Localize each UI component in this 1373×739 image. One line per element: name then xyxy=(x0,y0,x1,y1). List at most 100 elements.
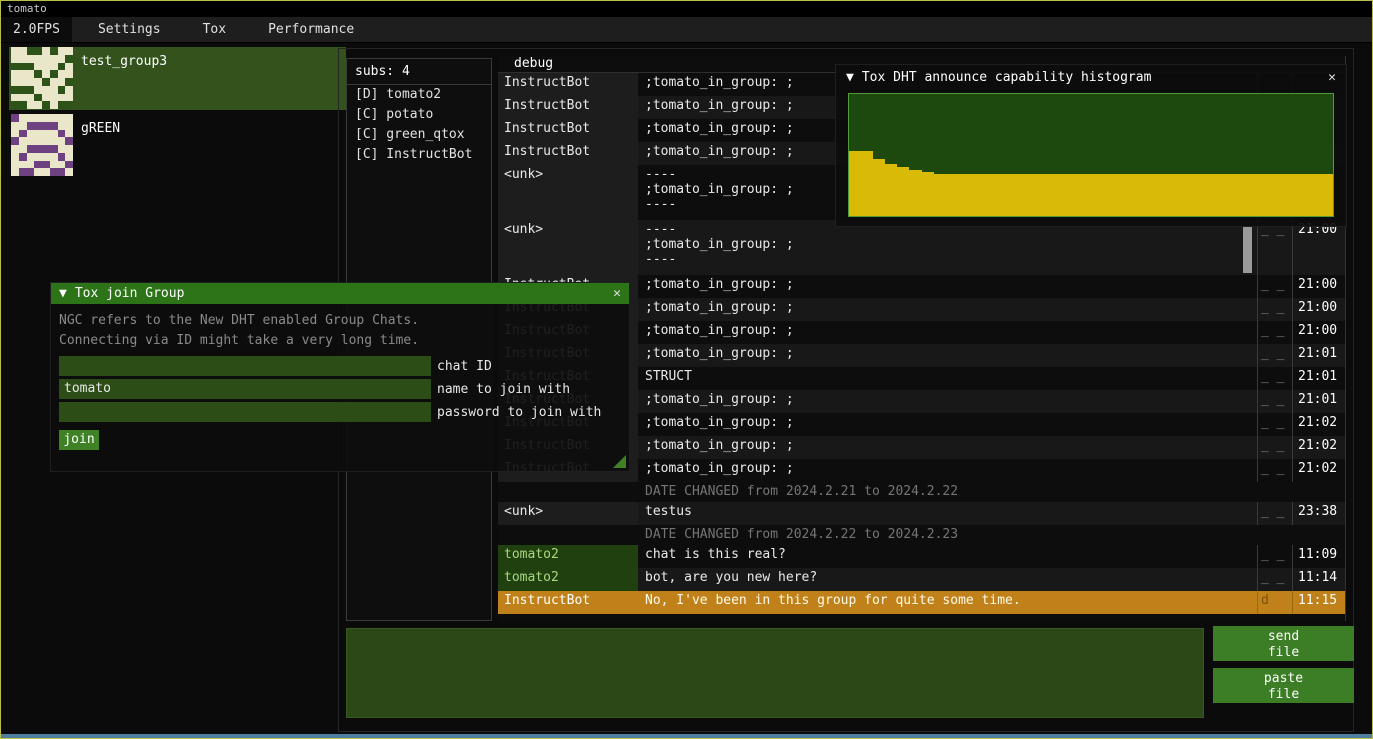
chat-row[interactable]: <unk>testus_ _23:38 xyxy=(498,502,1345,525)
paste-file-button[interactable]: paste file xyxy=(1213,668,1354,703)
chat-row[interactable]: tomato2chat is this real?_ _11:09 xyxy=(498,545,1345,568)
chat-time: 21:00 xyxy=(1292,298,1345,321)
chat-sender: InstructBot xyxy=(498,591,638,614)
chat-flags: _ _ xyxy=(1257,568,1292,591)
member-item[interactable]: [C] green_qtox xyxy=(347,125,491,145)
close-icon[interactable]: ✕ xyxy=(613,286,621,301)
histogram-bar xyxy=(1127,174,1139,216)
chat-time: 11:15 xyxy=(1292,591,1345,614)
histogram-bar xyxy=(1248,174,1260,216)
histogram-bar xyxy=(1212,174,1224,216)
join-field-row: password to join with xyxy=(59,402,621,422)
chat-flags: _ _ xyxy=(1257,413,1292,436)
tab-debug[interactable]: debug xyxy=(508,56,559,72)
join-fields: chat ID tomato name to join with password t… xyxy=(51,356,629,422)
histogram-bar xyxy=(1079,174,1091,216)
window-titlebar[interactable]: tomato xyxy=(1,1,1372,17)
join-info-line: NGC refers to the New DHT enabled Group … xyxy=(59,311,621,331)
chat-flags: _ _ xyxy=(1257,390,1292,413)
histogram-bar xyxy=(1151,174,1163,216)
message-input[interactable] xyxy=(346,628,1204,718)
chat-message: ;tomato_in_group: ; xyxy=(638,436,1257,459)
chat-sender: tomato2 xyxy=(498,545,638,568)
chat-message: ;tomato_in_group: ; xyxy=(638,344,1257,367)
histogram-bar xyxy=(1296,174,1308,216)
join-group-titlebar[interactable]: ▼ Tox join Group ✕ xyxy=(51,283,629,304)
chat-message: ;tomato_in_group: ; xyxy=(638,275,1257,298)
app-window: tomato 2.0FPS Settings Tox Performance tes… xyxy=(0,0,1373,739)
join-group-dialog: ▼ Tox join Group ✕ NGC refers to the New… xyxy=(51,283,629,471)
chat-flags: d xyxy=(1257,591,1292,614)
dht-histogram-titlebar[interactable]: ▼ Tox DHT announce capability histogram … xyxy=(836,65,1346,89)
chat-message: bot, are you new here? xyxy=(638,568,1257,591)
join-password-input[interactable] xyxy=(59,402,431,422)
histogram-bar xyxy=(1188,174,1200,216)
chat-sender: InstructBot xyxy=(498,73,638,96)
chat-sender: InstructBot xyxy=(498,119,638,142)
member-list: [D] tomato2[C] potato[C] green_qtox[C] I… xyxy=(347,85,491,165)
join-info-line: Connecting via ID might take a very long… xyxy=(59,331,621,351)
histogram-bar xyxy=(1030,174,1042,216)
collapse-icon[interactable]: ▼ xyxy=(59,286,67,301)
chat-message: ;tomato_in_group: ; xyxy=(638,413,1257,436)
chat-time: 21:02 xyxy=(1292,436,1345,459)
histogram-bar xyxy=(1176,174,1188,216)
chat-scrollbar-thumb[interactable] xyxy=(1243,227,1252,273)
chat-sender: tomato2 xyxy=(498,568,638,591)
chat-message: ;tomato_in_group: ; xyxy=(638,390,1257,413)
chat-flags: _ _ xyxy=(1257,275,1292,298)
histogram-bar xyxy=(873,159,885,216)
histogram-bar xyxy=(922,172,934,216)
fps-counter: 2.0FPS xyxy=(1,17,72,42)
chat-message: testus xyxy=(638,502,1257,525)
chat-sender: <unk> xyxy=(498,502,638,525)
chat-row[interactable]: tomato2bot, are you new here?_ _11:14 xyxy=(498,568,1345,591)
window-title: tomato xyxy=(7,2,47,15)
histogram-bar xyxy=(970,174,982,216)
group-avatar xyxy=(11,114,73,176)
join-info: NGC refers to the New DHT enabled Group … xyxy=(51,304,629,353)
chat-flags: _ _ xyxy=(1257,344,1292,367)
join-button[interactable]: join xyxy=(59,430,99,450)
resize-handle[interactable] xyxy=(613,455,626,468)
member-item[interactable]: [C] InstructBot xyxy=(347,145,491,165)
chat-flags: _ _ xyxy=(1257,459,1292,482)
histogram-bar xyxy=(1309,174,1321,216)
chat-row[interactable]: <unk>---- ;tomato_in_group: ; ----_ _21:… xyxy=(498,220,1345,275)
join-name-input[interactable]: tomato xyxy=(59,379,431,399)
chat-time: 11:09 xyxy=(1292,545,1345,568)
close-icon[interactable]: ✕ xyxy=(1328,70,1336,85)
chat-message: ;tomato_in_group: ; xyxy=(638,459,1257,482)
chat-message: No, I've been in this group for quite so… xyxy=(638,591,1257,614)
chat-row[interactable]: InstructBotNo, I've been in this group f… xyxy=(498,591,1345,614)
chat-flags: _ _ xyxy=(1257,545,1292,568)
menubar: 2.0FPS Settings Tox Performance xyxy=(1,17,1372,43)
join-field-row: chat ID xyxy=(59,356,621,376)
join-field-label: name to join with xyxy=(437,382,570,397)
histogram-bar xyxy=(1043,174,1055,216)
histogram-bar xyxy=(958,174,970,216)
member-item[interactable]: [D] tomato2 xyxy=(347,85,491,105)
chat-time: 11:14 xyxy=(1292,568,1345,591)
histogram-bar xyxy=(1236,174,1248,216)
histogram-bar xyxy=(897,167,909,216)
collapse-icon[interactable]: ▼ xyxy=(846,70,854,85)
join-field-row: tomato name to join with xyxy=(59,379,621,399)
chat-sender: InstructBot xyxy=(498,96,638,119)
menu-tox[interactable]: Tox xyxy=(187,17,242,42)
chat-time: 21:00 xyxy=(1292,275,1345,298)
member-item[interactable]: [C] potato xyxy=(347,105,491,125)
dht-histogram-window: ▼ Tox DHT announce capability histogram … xyxy=(836,65,1346,226)
group-item-test_group3[interactable]: test_group3 xyxy=(9,47,346,110)
histogram-bar xyxy=(1115,174,1127,216)
chat-id-input[interactable] xyxy=(59,356,431,376)
chat-message: STRUCT xyxy=(638,367,1257,390)
menu-performance[interactable]: Performance xyxy=(252,17,370,42)
chat-flags: _ _ xyxy=(1257,321,1292,344)
menu-settings[interactable]: Settings xyxy=(82,17,177,42)
chat-time: 21:00 xyxy=(1292,220,1345,275)
group-list: test_group3gREEN xyxy=(1,43,346,193)
send-file-button[interactable]: send file xyxy=(1213,626,1354,661)
group-avatar xyxy=(11,47,73,109)
group-item-gREEN[interactable]: gREEN xyxy=(9,114,346,177)
